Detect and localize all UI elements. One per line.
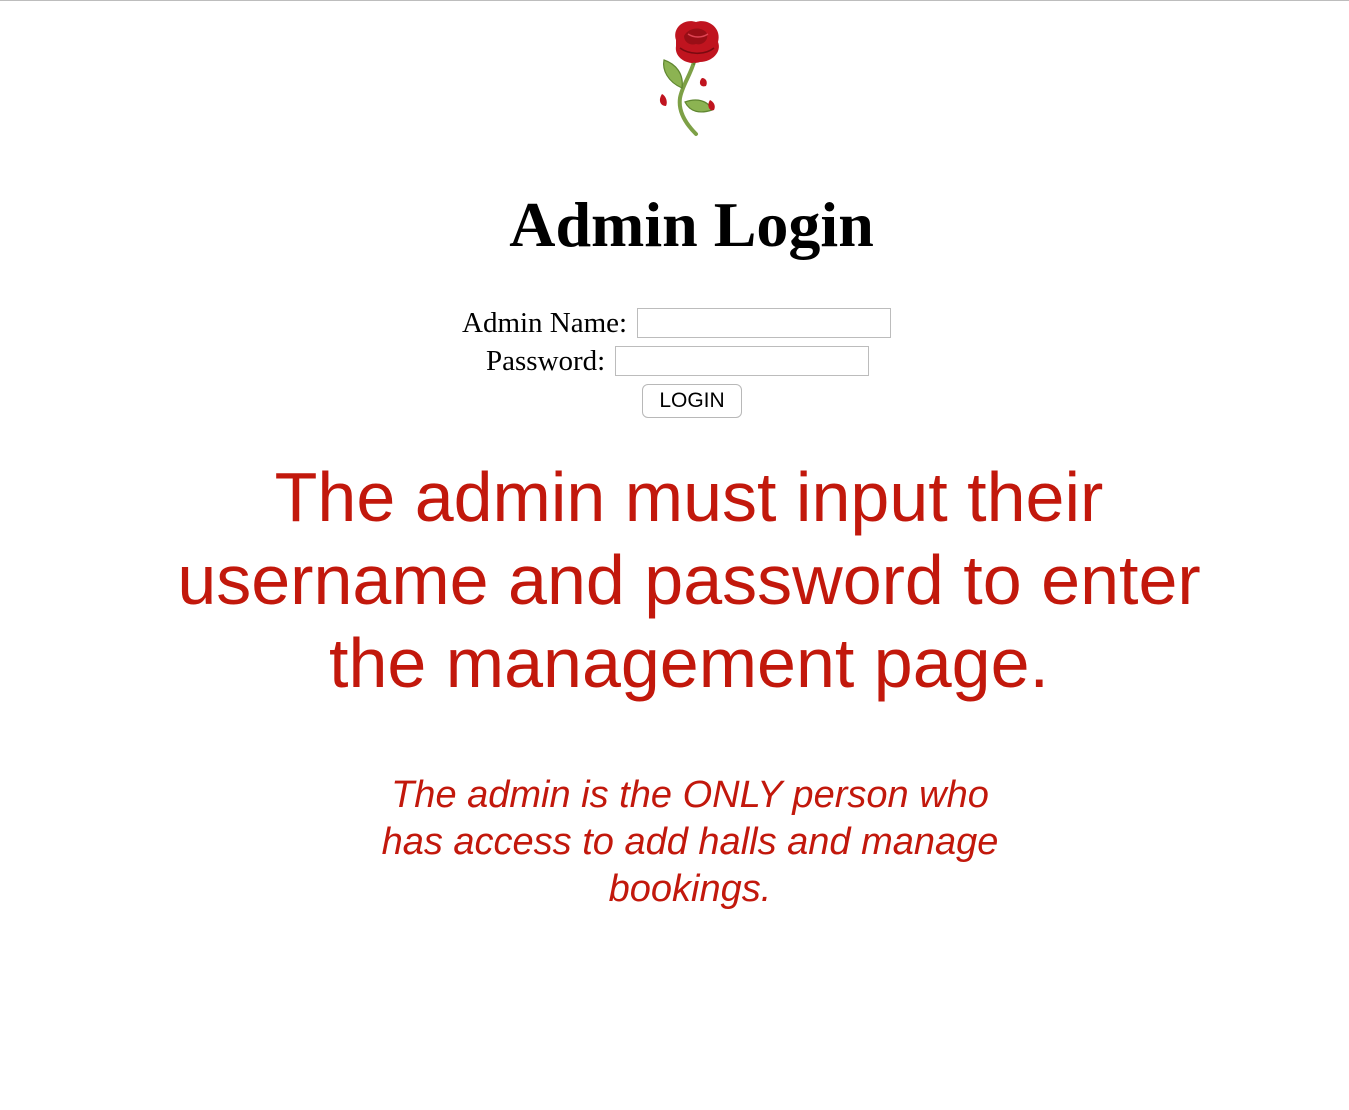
top-divider [0,0,1349,1]
admin-name-row: Admin Name: [462,305,892,341]
password-label: Password: [486,344,606,377]
login-button[interactable]: LOGIN [642,384,742,418]
admin-access-note: The admin is the ONLY person who has acc… [381,774,999,910]
page-title: Admin Login [509,189,874,260]
admin-name-input[interactable] [637,308,892,338]
main-instruction-text: The admin must input their username and … [177,458,1201,702]
rose-icon [659,21,719,136]
password-input[interactable] [615,346,870,376]
admin-login-page: Admin Login Admin Name: Password: LOGIN … [0,0,1349,1110]
password-row: Password: [486,343,870,379]
admin-name-label: Admin Name: [462,306,628,339]
